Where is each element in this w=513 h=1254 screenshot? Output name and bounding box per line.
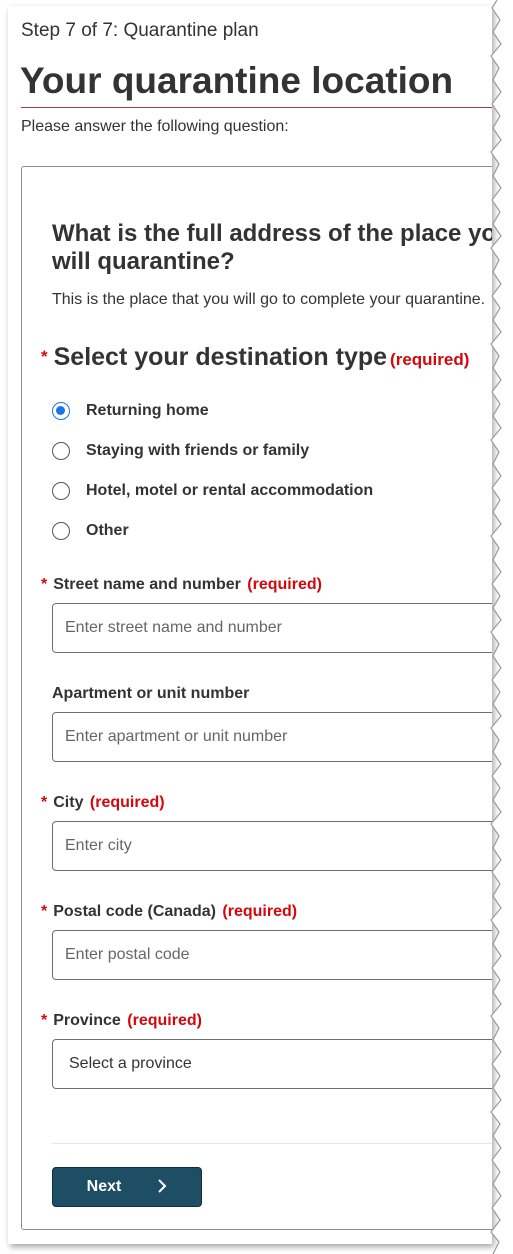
actions-divider <box>52 1143 492 1144</box>
radio-unchecked-icon[interactable] <box>52 482 70 500</box>
radio-unchecked-icon[interactable] <box>52 442 70 460</box>
intro-text: Please answer the following question: <box>21 118 289 135</box>
postal-code-input[interactable]: Enter postal code <box>52 930 492 980</box>
postal-code-label: * Postal code (Canada) (required) <box>41 903 298 920</box>
city-label: * City (required) <box>41 794 165 811</box>
province-label: * Province (required) <box>41 1012 202 1029</box>
required-asterisk: * <box>41 794 48 811</box>
destination-type-legend: * Select your destination type (required) <box>41 343 469 372</box>
radio-label[interactable]: Other <box>86 522 129 540</box>
question-title: What is the full address of the place yo… <box>52 220 492 275</box>
next-button-label[interactable]: Next <box>87 1178 122 1196</box>
torn-edge <box>490 0 513 1254</box>
radio-other[interactable]: Other <box>52 522 129 540</box>
apartment-label: Apartment or unit number <box>52 685 250 702</box>
street-label: * Street name and number (required) <box>41 576 322 593</box>
radio-label[interactable]: Staying with friends or family <box>86 442 309 460</box>
step-indicator: Step 7 of 7: Quarantine plan <box>21 20 259 41</box>
next-button[interactable]: Next <box>52 1167 202 1207</box>
apartment-input[interactable]: Enter apartment or unit number <box>52 712 492 762</box>
required-text: (required) <box>127 1012 202 1029</box>
required-text: (required) <box>89 794 165 811</box>
chevron-right-icon <box>157 1177 167 1198</box>
radio-hotel[interactable]: Hotel, motel or rental accommodation <box>52 482 373 500</box>
required-text: (required) <box>222 903 298 920</box>
radio-unchecked-icon[interactable] <box>52 522 70 540</box>
radio-label[interactable]: Returning home <box>86 402 209 420</box>
radio-checked-icon[interactable] <box>52 402 70 420</box>
question-description: This is the place that you will go to co… <box>52 291 486 308</box>
city-input[interactable]: Enter city <box>52 821 492 871</box>
required-text: (required) <box>247 576 322 593</box>
radio-returning-home[interactable]: Returning home <box>52 402 209 420</box>
title-underline <box>21 107 492 108</box>
required-asterisk: * <box>41 347 48 366</box>
required-asterisk: * <box>41 576 48 593</box>
destination-type-label: Select your destination type <box>53 343 388 371</box>
radio-label[interactable]: Hotel, motel or rental accommodation <box>86 482 373 500</box>
required-asterisk: * <box>41 903 48 920</box>
required-asterisk: * <box>41 1012 48 1029</box>
street-input[interactable]: Enter street name and number <box>52 603 492 653</box>
province-select[interactable]: Select a province <box>52 1039 492 1089</box>
required-text: (required) <box>390 350 470 369</box>
page-title: Your quarantine location <box>20 60 454 101</box>
page: Step 7 of 7: Quarantine plan Your quaran… <box>8 6 492 1244</box>
radio-staying-with-friends[interactable]: Staying with friends or family <box>52 442 309 460</box>
